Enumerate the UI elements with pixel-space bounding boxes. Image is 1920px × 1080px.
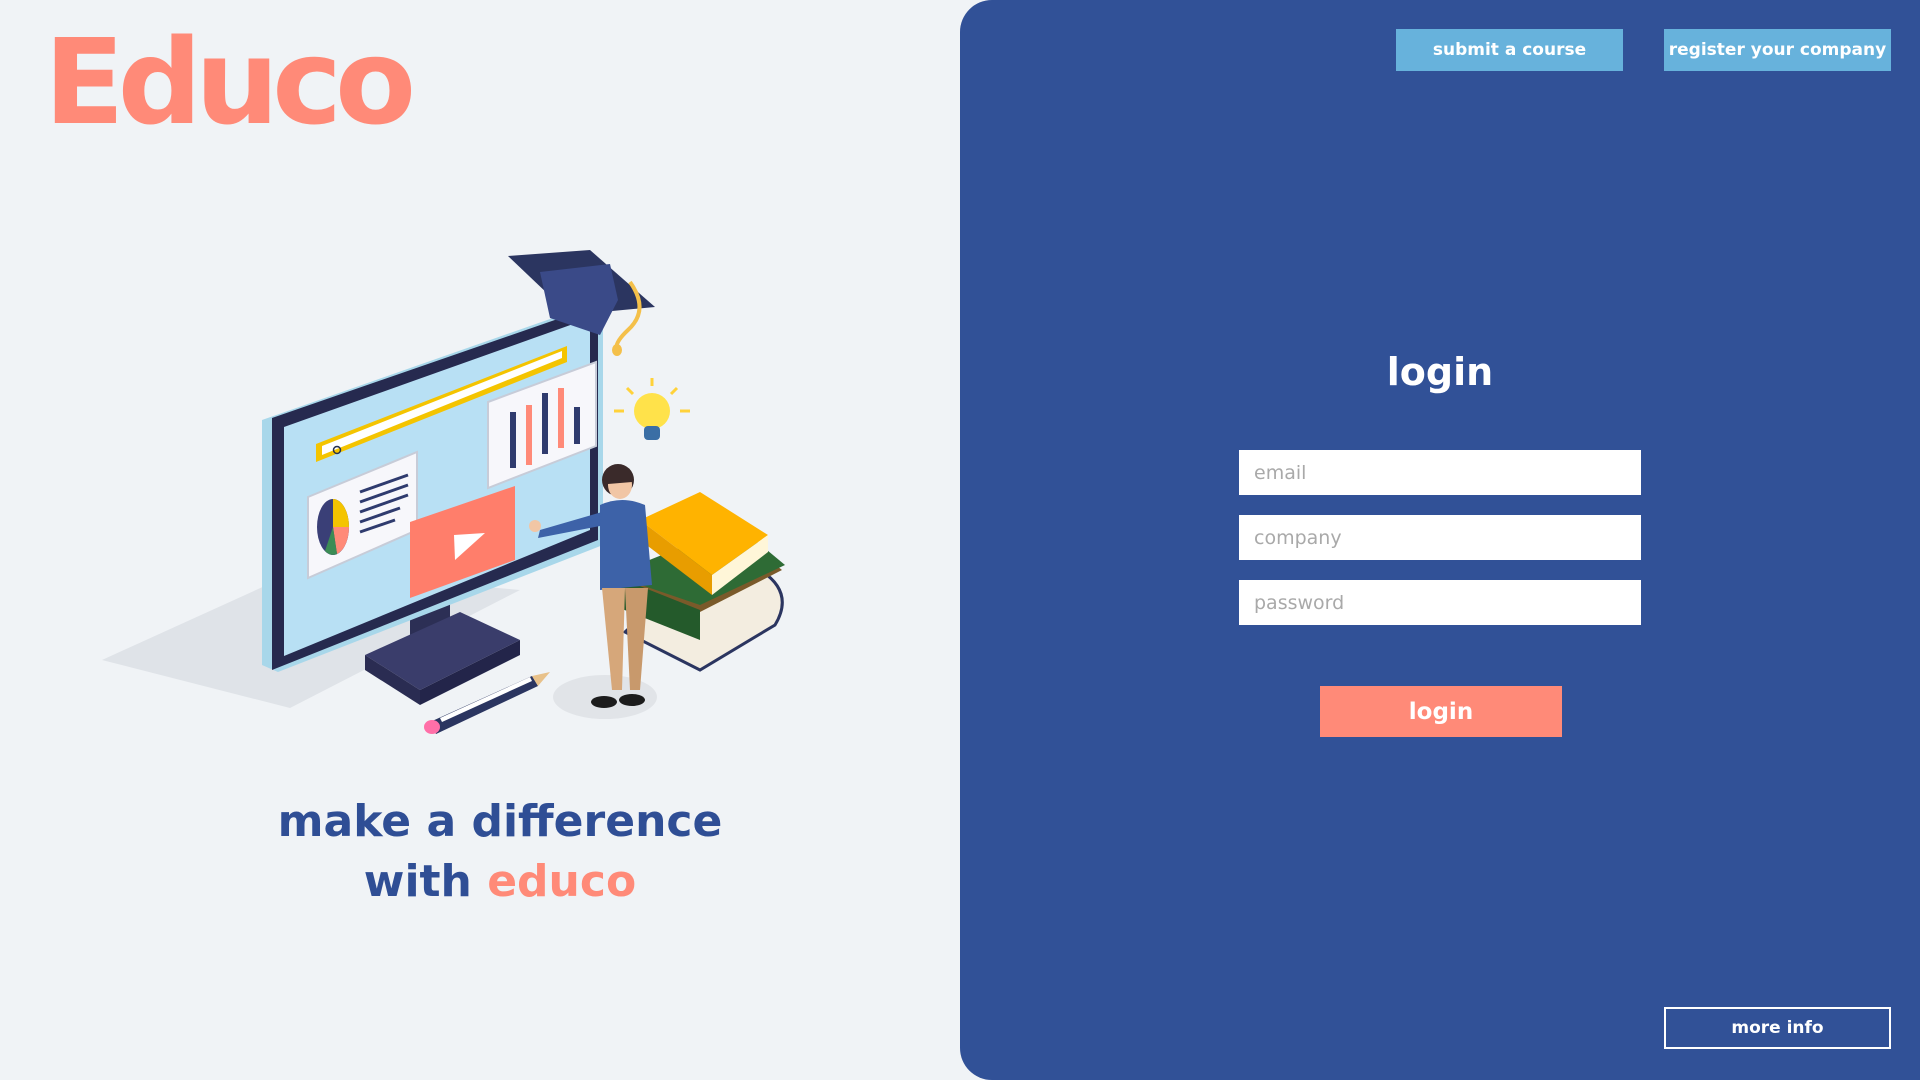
company-field[interactable] [1239,515,1641,560]
tagline: make a difference with educo [0,792,1000,912]
tagline-line-1: make a difference [277,796,723,847]
login-panel: submit a course register your company lo… [960,0,1920,1080]
more-info-button[interactable]: more info [1664,1007,1891,1049]
educo-logo: Educo [44,13,416,151]
tagline-prefix: with [363,856,472,907]
login-button[interactable]: login [1320,686,1562,737]
register-company-button[interactable]: register your company [1664,29,1891,71]
tagline-line-2: with educo [0,852,1000,912]
email-field[interactable] [1239,450,1641,495]
login-title: login [1386,350,1494,394]
submit-course-button[interactable]: submit a course [1396,29,1623,71]
hero-panel: Educo make a difference with educo [0,0,960,1080]
elearning-illustration [102,250,785,734]
password-field[interactable] [1239,580,1641,625]
tagline-brand: educo [487,856,637,907]
lightbulb-icon [614,378,690,440]
